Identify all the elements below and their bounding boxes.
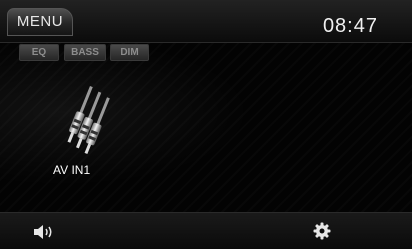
eq-button[interactable]: EQ [19,44,59,61]
source-label: AV IN1 [53,163,91,177]
menu-button[interactable]: MENU [7,8,73,36]
dim-button[interactable]: DIM [110,44,149,61]
bass-button[interactable]: BASS [64,44,106,61]
menu-label: MENU [16,13,64,30]
clock: 08:47 [322,15,378,37]
volume-icon[interactable] [33,224,55,240]
rca-plugs-icon [67,86,110,155]
gear-icon[interactable] [313,222,331,240]
top-bar: MENU 08:47 [0,0,412,43]
bottom-bar [0,212,412,249]
head-unit-screen: MENU 08:47 EQ BASS DIM AV IN1 [0,0,412,249]
